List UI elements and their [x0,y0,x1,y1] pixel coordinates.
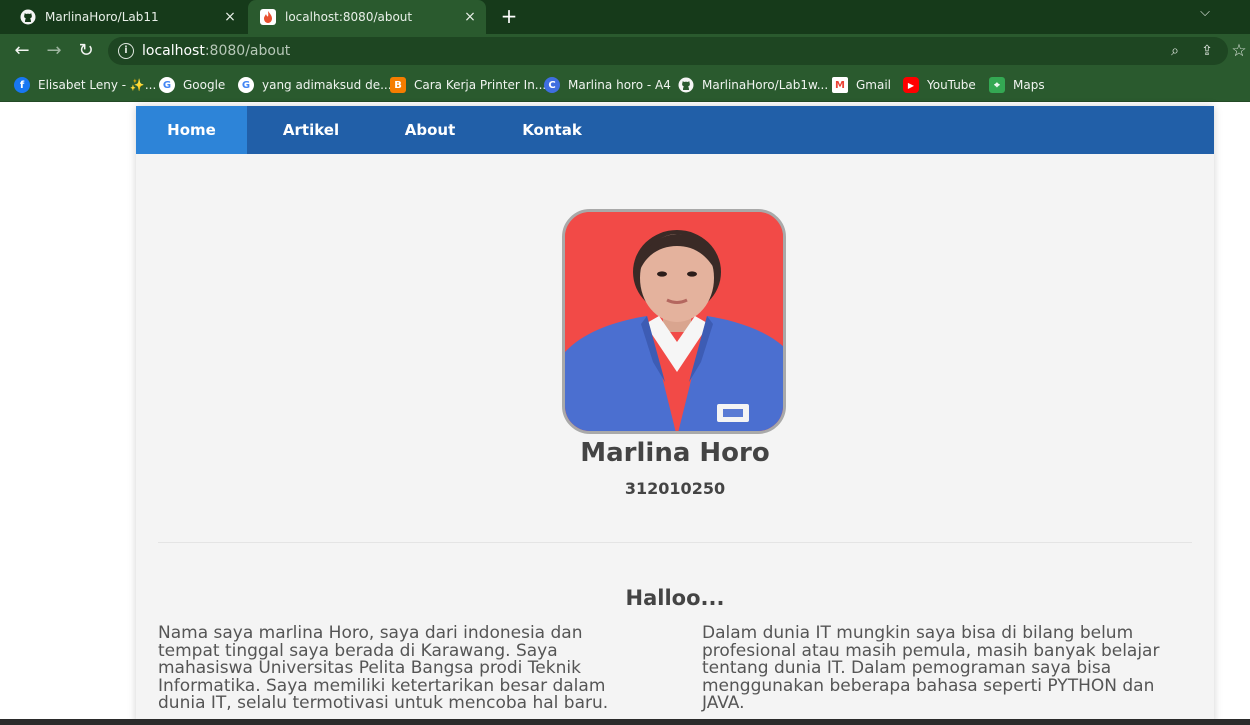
about-paragraph-left: Nama saya marlina Horo, saya dari indone… [158,623,609,713]
close-tab-icon[interactable]: × [460,7,480,27]
nav-artikel[interactable]: Artikel [267,106,355,154]
bookmark-marlina-horo-a4[interactable]: C Marlina horo - A4 [544,75,671,95]
new-tab-button[interactable]: + [498,6,520,28]
canva-icon: C [544,77,560,93]
tab-localhost-about[interactable]: localhost:8080/about × [248,0,486,34]
bookmark-label: YouTube [927,78,976,92]
tab-search-chevron-icon[interactable]: ⌵ [1196,5,1214,25]
bookmark-label: Maps [1013,78,1045,92]
blogger-icon: B [390,77,406,93]
url-path: :8080/about [204,43,291,59]
bookmark-maps[interactable]: ⌖ Maps [989,75,1045,95]
youtube-icon: ▶ [903,77,919,93]
close-tab-icon[interactable]: × [220,7,240,27]
section-divider [158,542,1192,543]
profile-photo [562,209,786,434]
about-heading: Halloo... [625,586,725,610]
zoom-icon[interactable]: ⌕ [1166,42,1184,60]
gmail-icon: M [832,77,848,93]
bookmarks-bar: f Elisabet Leny - ✨... G Google G yang a… [0,68,1250,102]
nav-about[interactable]: About [388,106,472,154]
github-icon [20,9,36,25]
back-arrow-icon[interactable]: ← [10,40,34,62]
share-icon[interactable]: ⇪ [1198,42,1216,60]
bookmark-label: MarlinaHoro/Lab1w... [702,78,829,92]
bookmark-elisabet-leny[interactable]: f Elisabet Leny - ✨... [14,75,156,95]
content-container: Home Artikel About Kontak Marlina Horo 3… [136,106,1214,725]
bookmark-google[interactable]: G Google [159,75,225,95]
browser-toolbar: ← → ↻ i localhost:8080/about ⌕ ⇪ ☆ [0,34,1250,68]
bookmark-gmail[interactable]: M Gmail [832,75,891,95]
nav-kontak[interactable]: Kontak [506,106,598,154]
site-info-icon[interactable]: i [118,43,134,59]
github-icon [678,77,694,93]
tab-title: MarlinaHoro/Lab11 [45,10,159,24]
bookmark-label: yang adimaksud de... [262,78,392,92]
bookmark-label: Cara Kerja Printer In... [414,78,547,92]
bookmark-label: Gmail [856,78,892,92]
tab-title: localhost:8080/about [285,10,413,24]
google-icon: G [159,77,175,93]
bookmark-marlinahoro-lab1w[interactable]: MarlinaHoro/Lab1w... [678,75,828,95]
address-url[interactable]: localhost:8080/about [142,43,290,59]
facebook-icon: f [14,77,30,93]
flame-icon [260,9,276,25]
os-taskbar-edge [0,719,1250,725]
browser-tab-bar: MarlinaHoro/Lab11 × localhost:8080/about… [0,0,1250,34]
bookmark-star-icon[interactable]: ☆ [1230,42,1248,60]
bookmark-yang-adimaksud[interactable]: G yang adimaksud de... [238,75,392,95]
url-host: localhost [142,43,205,59]
site-navbar: Home Artikel About Kontak [136,106,1214,154]
tab-github-lab11[interactable]: MarlinaHoro/Lab11 × [8,0,246,34]
maps-icon: ⌖ [989,77,1005,93]
forward-arrow-icon[interactable]: → [42,40,66,62]
bookmark-youtube[interactable]: ▶ YouTube [903,75,976,95]
page-viewport: Home Artikel About Kontak Marlina Horo 3… [0,103,1250,725]
google-icon: G [238,77,254,93]
bookmark-label: Elisabet Leny - ✨... [38,78,157,92]
nav-home[interactable]: Home [136,106,247,154]
bookmark-label: Google [183,78,226,92]
profile-nim: 312010250 [624,479,726,498]
profile-name: Marlina Horo [580,438,770,468]
bookmark-label: Marlina horo - A4 [568,78,671,92]
bookmark-cara-kerja-printer[interactable]: B Cara Kerja Printer In... [390,75,546,95]
address-bar[interactable]: i localhost:8080/about ⌕ ⇪ ☆ [108,37,1247,65]
about-paragraph-right: Dalam dunia IT mungkin saya bisa di bila… [702,623,1160,713]
reload-icon[interactable]: ↻ [74,40,98,62]
